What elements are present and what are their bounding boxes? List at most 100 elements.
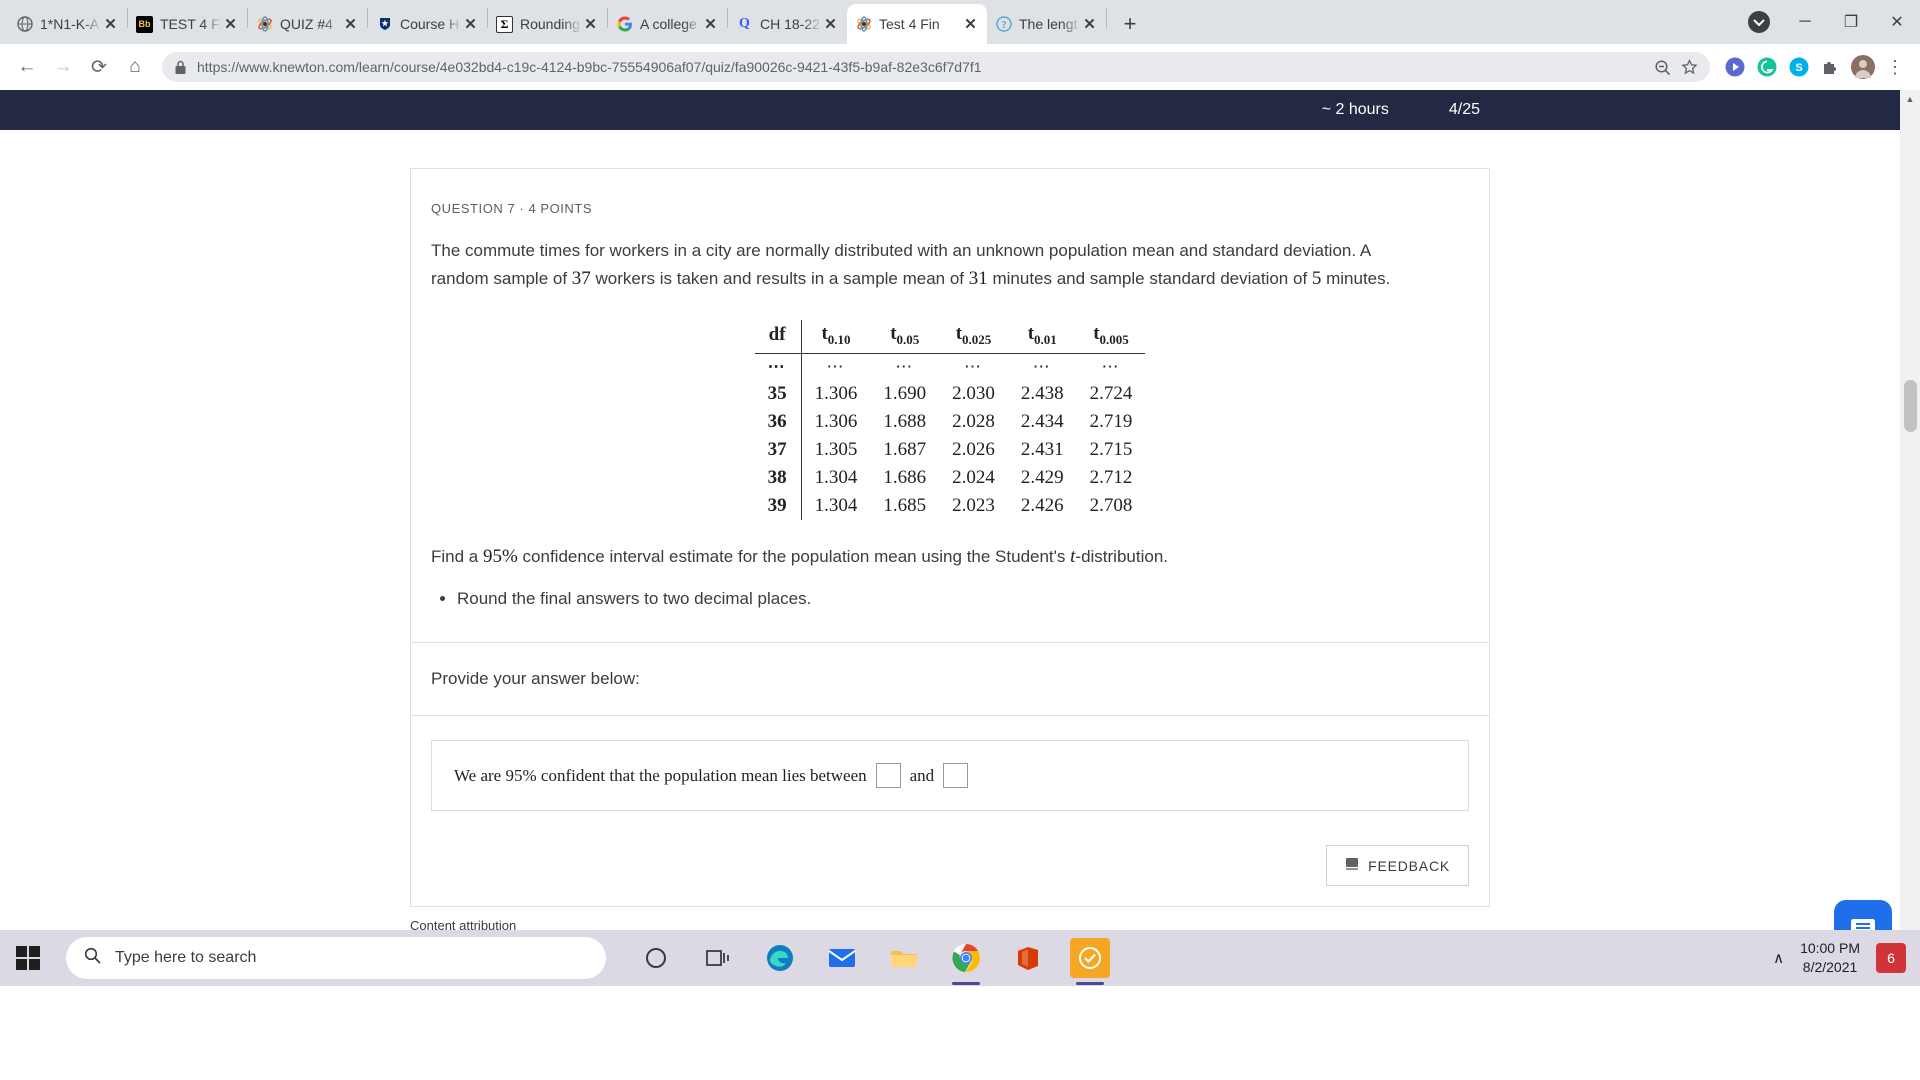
- browser-tab-2[interactable]: Bb TEST 4 Fi ✕: [128, 4, 247, 44]
- t-row-df: 38: [754, 463, 802, 492]
- star-icon[interactable]: [1681, 58, 1698, 76]
- list-item: Round the final answers to two decimal p…: [457, 585, 1469, 612]
- tab-close-icon[interactable]: ✕: [702, 16, 719, 33]
- t-table-header-t0025: t0.025: [939, 320, 1008, 353]
- tab-close-icon[interactable]: ✕: [1081, 16, 1098, 33]
- header-subscript: 0.01: [1034, 331, 1057, 347]
- time-remaining: ~ 2 hours: [1321, 101, 1389, 118]
- t-cell: 2.715: [1089, 438, 1133, 460]
- puzzle-icon[interactable]: [1816, 52, 1846, 82]
- followup-part1: Find a: [431, 546, 483, 566]
- sigma-icon: Σ: [496, 15, 513, 33]
- tab-title: The lengt: [1019, 16, 1078, 32]
- browser-tab-1[interactable]: 1*N1-K-A ✕: [8, 4, 127, 44]
- tab-close-icon[interactable]: ✕: [962, 16, 979, 33]
- back-button[interactable]: ←: [10, 50, 44, 84]
- taskbar-clock[interactable]: 10:00 PM 8/2/2021: [1800, 939, 1860, 977]
- new-tab-button[interactable]: +: [1115, 9, 1145, 39]
- taskbar-app-icons: [636, 938, 1110, 985]
- t-cell: 2.712: [1089, 466, 1133, 488]
- zoom-out-icon[interactable]: [1654, 59, 1671, 76]
- t-cell: 2.026: [952, 438, 995, 460]
- cortana-icon[interactable]: [636, 938, 676, 978]
- browser-tab-9[interactable]: ? The lengt ✕: [987, 4, 1106, 44]
- reload-button[interactable]: ⟳: [82, 50, 116, 84]
- tab-title: TEST 4 Fi: [160, 16, 222, 32]
- tab-close-icon[interactable]: ✕: [102, 16, 119, 33]
- browser-tab-3[interactable]: QUIZ #4 ✕: [248, 4, 367, 44]
- question-icon: ?: [995, 16, 1012, 33]
- tab-title: Test 4 Fin: [879, 16, 940, 32]
- office-icon[interactable]: [1008, 938, 1048, 978]
- forward-button[interactable]: →: [46, 50, 80, 84]
- page-scrollbar[interactable]: ▲ ▼: [1900, 90, 1920, 986]
- chrome-menu-icon[interactable]: ⋮: [1880, 52, 1910, 82]
- system-tray: ∧ 10:00 PM 8/2/2021 6: [1773, 939, 1920, 977]
- skype-icon[interactable]: S: [1784, 52, 1814, 82]
- address-bar[interactable]: https://www.knewton.com/learn/course/4e0…: [162, 52, 1710, 82]
- scrollbar-thumb[interactable]: [1904, 380, 1917, 432]
- browser-chrome: 1*N1-K-A ✕ Bb TEST 4 Fi ✕ QUIZ #4 ✕ ★ Co…: [0, 0, 1920, 90]
- table-row: 38 1.304 1.686 2.024 2.429 2.712: [754, 463, 1146, 492]
- browser-tab-4[interactable]: ★ Course H ✕: [368, 4, 487, 44]
- t-distribution-table-wrapper: df t0.10 t0.05 t0.025 t0.01 t0.005 ⋯ ⋯ ⋯…: [431, 319, 1469, 520]
- t-table-header-t005: t0.05: [870, 320, 939, 353]
- t-cell: 2.429: [1020, 466, 1064, 488]
- clock-date: 8/2/2021: [1802, 959, 1858, 975]
- question-card: QUESTION 7 · 4 POINTS The commute times …: [410, 168, 1490, 908]
- t-cell: 2.431: [1020, 438, 1064, 460]
- mail-icon[interactable]: [822, 938, 862, 978]
- browser-tab-7[interactable]: Q CH 18-22 ✕: [728, 4, 847, 44]
- t-table-header-t001: t0.01: [1008, 320, 1077, 353]
- tab-close-icon[interactable]: ✕: [342, 16, 359, 33]
- tab-close-icon[interactable]: ✕: [222, 16, 239, 33]
- browser-tab-5[interactable]: Σ Rounding ✕: [488, 4, 607, 44]
- t-cell: ⋯: [895, 356, 915, 376]
- question-meta: QUESTION 7 · 4 POINTS: [431, 201, 593, 216]
- t-cell: 1.304: [814, 466, 858, 488]
- knewton-icon: [256, 16, 273, 33]
- tray-chevron-icon[interactable]: ∧: [1773, 949, 1784, 967]
- scroll-up-arrow[interactable]: ▲: [1906, 90, 1915, 108]
- google-icon: [616, 16, 633, 33]
- profile-avatar[interactable]: [1848, 52, 1878, 82]
- grammarly-icon[interactable]: [1752, 52, 1782, 82]
- t-row-df: ⋯: [754, 353, 802, 380]
- tab-close-icon[interactable]: ✕: [822, 16, 839, 33]
- file-explorer-icon[interactable]: [884, 938, 924, 978]
- svg-text:S: S: [1795, 62, 1802, 74]
- tab-close-icon[interactable]: ✕: [462, 16, 479, 33]
- browser-tab-6[interactable]: A college ✕: [608, 4, 727, 44]
- t-cell: ⋯: [826, 356, 846, 376]
- t-cell: 1.305: [814, 438, 858, 460]
- svg-text:?: ?: [1001, 20, 1006, 31]
- t-cell: 2.438: [1020, 382, 1064, 404]
- task-view-icon[interactable]: [698, 938, 738, 978]
- minimize-button[interactable]: ─: [1782, 0, 1828, 44]
- close-window-button[interactable]: ✕: [1874, 0, 1920, 44]
- table-row: ⋯ ⋯ ⋯ ⋯ ⋯ ⋯: [754, 353, 1146, 380]
- upper-bound-input[interactable]: [943, 763, 969, 789]
- notification-badge[interactable]: 6: [1876, 943, 1906, 973]
- tab-close-icon[interactable]: ✕: [582, 16, 599, 33]
- todo-icon[interactable]: [1070, 938, 1110, 985]
- lower-bound-input[interactable]: [875, 763, 901, 789]
- t-table-body: ⋯ ⋯ ⋯ ⋯ ⋯ ⋯ 35 1.306 1.690 2.030 2.438 2…: [754, 353, 1146, 520]
- maximize-button[interactable]: ❐: [1828, 0, 1874, 44]
- tab-strip: 1*N1-K-A ✕ Bb TEST 4 Fi ✕ QUIZ #4 ✕ ★ Co…: [0, 0, 1920, 44]
- answer-region: We are 95% confident that the population…: [411, 716, 1489, 831]
- header-subscript: 0.10: [827, 331, 851, 347]
- quizlet-icon: Q: [739, 16, 750, 31]
- answer-input-box: We are 95% confident that the population…: [431, 740, 1469, 812]
- url-text: https://www.knewton.com/learn/course/4e0…: [197, 59, 982, 75]
- t-cell: 2.030: [952, 382, 995, 404]
- chrome-icon[interactable]: [946, 938, 986, 985]
- feedback-button[interactable]: FEEDBACK: [1326, 845, 1469, 887]
- windows-start-icon[interactable]: [0, 930, 56, 986]
- media-play-icon[interactable]: [1720, 52, 1750, 82]
- edge-icon[interactable]: [760, 938, 800, 978]
- home-button[interactable]: ⌂: [118, 50, 152, 84]
- browser-tab-8-active[interactable]: Test 4 Fin ✕: [847, 4, 987, 44]
- taskbar-search-box[interactable]: Type here to search: [66, 937, 606, 979]
- chevron-down-icon[interactable]: [1736, 0, 1782, 44]
